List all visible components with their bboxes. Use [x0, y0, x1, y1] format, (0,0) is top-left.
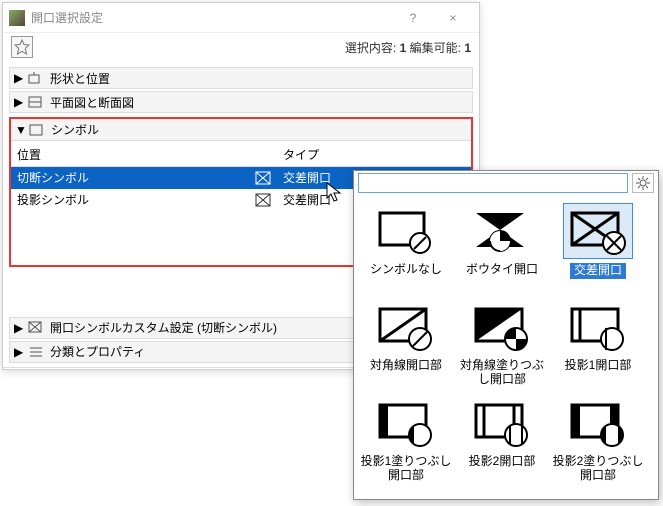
- symbol-item-proj2-fill[interactable]: 投影2塗りつぶし開口部: [550, 391, 646, 487]
- symbol-item-label: ボウタイ開口: [466, 263, 538, 277]
- chevron-right-icon: ▶: [14, 71, 22, 85]
- help-button[interactable]: ?: [393, 5, 433, 31]
- popup-toolbar: [354, 171, 658, 195]
- symbol-item-label: 投影2開口部: [469, 455, 536, 469]
- symbol-item-label: 対角線塗りつぶし開口部: [456, 359, 548, 387]
- symbol-item-proj2[interactable]: 投影2開口部: [454, 391, 550, 487]
- chevron-right-icon: ▶: [14, 321, 22, 335]
- symbol-item-proj1-fill[interactable]: 投影1塗りつぶし開口部: [358, 391, 454, 487]
- symbol-item-label: 対角線開口部: [370, 359, 442, 373]
- symbol-item-label: 投影1塗りつぶし開口部: [360, 455, 452, 483]
- cell-position: 投影シンボル: [11, 189, 249, 211]
- section-label: 平面図と断面図: [50, 94, 134, 111]
- section-shape-position[interactable]: ▶ 形状と位置: [9, 67, 473, 89]
- symbol-item-label: 交差開口: [570, 263, 626, 279]
- app-icon: [9, 10, 25, 26]
- shape-icon: [28, 71, 44, 85]
- chevron-right-icon: ▶: [14, 95, 22, 109]
- selection-count-label: 選択内容: 1 編集可能: 1: [345, 39, 471, 56]
- dialog-title: 開口選択設定: [31, 9, 393, 26]
- section-label: 形状と位置: [50, 70, 110, 87]
- symbol-icon: [29, 123, 45, 137]
- symbol-item-cross[interactable]: 交差開口: [550, 199, 646, 295]
- row-type-icon: [249, 167, 277, 189]
- cell-position: 切断シンボル: [11, 167, 249, 189]
- plan-icon: [28, 95, 44, 109]
- symbol-item-label: 投影1開口部: [565, 359, 632, 373]
- col-position: 位置: [11, 143, 249, 167]
- col-type: タイプ: [277, 143, 447, 167]
- symbol-item-proj1[interactable]: 投影1開口部: [550, 295, 646, 391]
- chevron-right-icon: ▶: [14, 345, 22, 359]
- titlebar: 開口選択設定 ? ×: [3, 3, 479, 33]
- settings-button[interactable]: [632, 173, 654, 193]
- symbol-item-diagonal[interactable]: 対角線開口部: [358, 295, 454, 391]
- symbol-picker-popup: シンボルなし ボウタイ開口 交差開口 対角線開口部 対角線塗りつぶし開口部 投影…: [353, 170, 659, 500]
- section-plan-section[interactable]: ▶ 平面図と断面図: [9, 91, 473, 113]
- section-label: 開口シンボルカスタム設定 (切断シンボル): [50, 319, 277, 336]
- symbol-grid: シンボルなし ボウタイ開口 交差開口 対角線開口部 対角線塗りつぶし開口部 投影…: [354, 195, 658, 491]
- favorites-button[interactable]: [11, 36, 33, 58]
- list-icon: [28, 345, 44, 359]
- gear-icon: [636, 176, 650, 190]
- section-label: 分類とプロパティ: [50, 343, 145, 360]
- symbol-item-label: シンボルなし: [370, 263, 442, 277]
- search-input[interactable]: [358, 173, 628, 193]
- custom-symbol-icon: [28, 321, 44, 335]
- top-row: 選択内容: 1 編集可能: 1: [3, 33, 479, 61]
- symbol-item-bowtie[interactable]: ボウタイ開口: [454, 199, 550, 295]
- symbol-item-none[interactable]: シンボルなし: [358, 199, 454, 295]
- symbol-item-diagonal-fill[interactable]: 対角線塗りつぶし開口部: [454, 295, 550, 391]
- close-button[interactable]: ×: [433, 5, 473, 31]
- section-symbol[interactable]: ▼ シンボル: [11, 119, 471, 141]
- section-label: シンボル: [51, 121, 99, 138]
- row-type-icon: [249, 189, 277, 211]
- chevron-down-icon: ▼: [15, 123, 23, 137]
- symbol-item-label: 投影2塗りつぶし開口部: [552, 455, 644, 483]
